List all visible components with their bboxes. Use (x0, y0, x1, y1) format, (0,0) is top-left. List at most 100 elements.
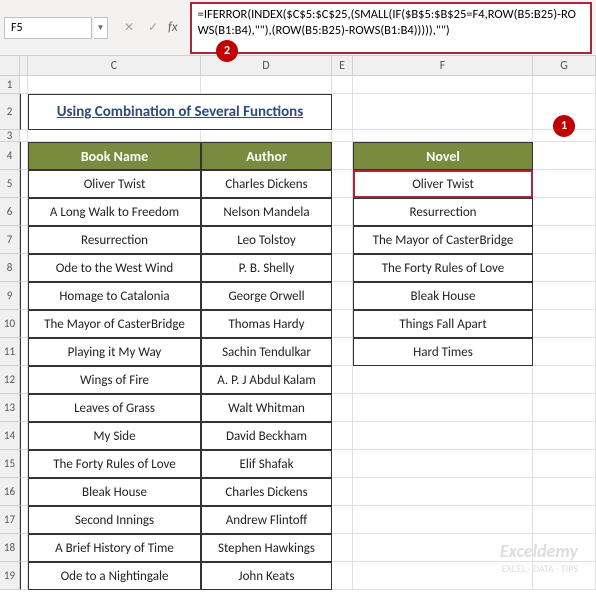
row-header[interactable]: 3 (0, 130, 20, 142)
cell[interactable] (332, 478, 353, 506)
row-header[interactable]: 16 (0, 478, 20, 506)
cell[interactable] (20, 226, 28, 254)
cell-book[interactable]: Homage to Catalonia (28, 282, 201, 310)
row-header[interactable]: 9 (0, 282, 20, 310)
header-book[interactable]: Book Name (28, 142, 201, 170)
cell-author[interactable]: Stephen Hawkings (201, 534, 332, 562)
cell[interactable] (332, 338, 353, 366)
cell-author[interactable]: Andrew Flintoff (201, 506, 332, 534)
cell[interactable] (533, 226, 596, 254)
row-header[interactable]: 19 (0, 562, 20, 590)
cell-novel[interactable] (353, 534, 533, 562)
cell-book[interactable]: A Long Walk to Freedom (28, 198, 201, 226)
cell[interactable] (533, 478, 596, 506)
row-header[interactable]: 18 (0, 534, 20, 562)
fx-icon[interactable]: fx (168, 20, 178, 35)
cell[interactable] (332, 450, 353, 478)
cell-author[interactable]: A. P. J Abdul Kalam (201, 366, 332, 394)
cell[interactable] (533, 198, 596, 226)
cell[interactable] (20, 198, 28, 226)
cell-novel[interactable] (353, 422, 533, 450)
cell-author[interactable]: Leo Tolstoy (201, 226, 332, 254)
cell[interactable] (332, 506, 353, 534)
cell[interactable] (533, 506, 596, 534)
cell-novel[interactable] (353, 450, 533, 478)
cell-book[interactable]: Resurrection (28, 226, 201, 254)
cell[interactable] (533, 338, 596, 366)
cell[interactable] (533, 170, 596, 198)
row-header[interactable]: 5 (0, 170, 20, 198)
cell-novel[interactable] (353, 366, 533, 394)
col-header-E[interactable]: E (332, 56, 353, 76)
cell-novel[interactable]: Resurrection (353, 198, 533, 226)
row-header[interactable]: 14 (0, 422, 20, 450)
cell-author[interactable]: David Beckham (201, 422, 332, 450)
cell[interactable] (533, 394, 596, 422)
row-header[interactable]: 11 (0, 338, 20, 366)
name-box-dropdown[interactable]: ▼ (94, 17, 108, 39)
cell-book[interactable]: Bleak House (28, 478, 201, 506)
cell[interactable] (20, 478, 28, 506)
col-header-B[interactable] (20, 56, 28, 76)
row-header[interactable]: 7 (0, 226, 20, 254)
cell[interactable] (332, 282, 353, 310)
cell[interactable] (20, 562, 28, 590)
title-cell[interactable]: Using Combination of Several Functions (28, 94, 332, 130)
cell[interactable] (332, 310, 353, 338)
cells-area[interactable]: Using Combination of Several Functions B… (20, 76, 596, 590)
cell[interactable] (332, 198, 353, 226)
cell-book[interactable]: Oliver Twist (28, 170, 201, 198)
row-header[interactable]: 2 (0, 94, 20, 130)
cell-novel[interactable]: Hard Times (353, 338, 533, 366)
cell-author[interactable]: Thomas Hardy (201, 310, 332, 338)
cell-novel[interactable] (353, 562, 533, 590)
cell-author[interactable]: George Orwell (201, 282, 332, 310)
col-header-G[interactable]: G (533, 56, 596, 76)
cell-novel[interactable] (353, 478, 533, 506)
cell[interactable] (20, 394, 28, 422)
row-header[interactable]: 13 (0, 394, 20, 422)
cell-author[interactable]: Charles Dickens (201, 170, 332, 198)
cell-novel[interactable]: Things Fall Apart (353, 310, 533, 338)
cell[interactable] (332, 170, 353, 198)
cell[interactable] (20, 310, 28, 338)
cell-book[interactable]: My Side (28, 422, 201, 450)
row-header[interactable]: 4 (0, 142, 20, 170)
cell-book[interactable]: A Brief History of Time (28, 534, 201, 562)
cell[interactable] (20, 366, 28, 394)
cell[interactable] (20, 170, 28, 198)
cell[interactable] (533, 562, 596, 590)
cell[interactable] (533, 422, 596, 450)
row-header[interactable]: 17 (0, 506, 20, 534)
cell-author[interactable]: Sachin Tendulkar (201, 338, 332, 366)
cell-author[interactable]: Charles Dickens (201, 478, 332, 506)
cell-author[interactable]: Walt Whitman (201, 394, 332, 422)
row-header[interactable]: 6 (0, 198, 20, 226)
header-author[interactable]: Author (201, 142, 332, 170)
confirm-icon[interactable]: ✓ (144, 19, 162, 37)
cell-book[interactable]: Wings of Fire (28, 366, 201, 394)
cell-author[interactable]: John Keats (201, 562, 332, 590)
cell-book[interactable]: Ode to a Nightingale (28, 562, 201, 590)
cell[interactable] (332, 562, 353, 590)
cell[interactable] (20, 450, 28, 478)
cell[interactable] (20, 338, 28, 366)
cell-novel[interactable]: Oliver Twist (353, 170, 533, 198)
cell-novel[interactable]: The Forty Rules of Love (353, 254, 533, 282)
cell-book[interactable]: Second Innings (28, 506, 201, 534)
cell[interactable] (332, 422, 353, 450)
cell[interactable] (332, 226, 353, 254)
col-header-C[interactable]: C (28, 56, 201, 76)
cell[interactable] (20, 282, 28, 310)
formula-bar[interactable]: =IFERROR(INDEX($C$5:$C$25,(SMALL(IF($B$5… (190, 2, 592, 54)
cell[interactable] (533, 254, 596, 282)
cell-author[interactable]: P. B. Shelly (201, 254, 332, 282)
row-header[interactable]: 8 (0, 254, 20, 282)
cell-author[interactable]: Elif Shafak (201, 450, 332, 478)
cell-book[interactable]: The Forty Rules of Love (28, 450, 201, 478)
row-header[interactable]: 1 (0, 76, 20, 94)
row-header[interactable]: 10 (0, 310, 20, 338)
cell[interactable] (533, 282, 596, 310)
cell[interactable] (20, 534, 28, 562)
cell[interactable] (533, 310, 596, 338)
